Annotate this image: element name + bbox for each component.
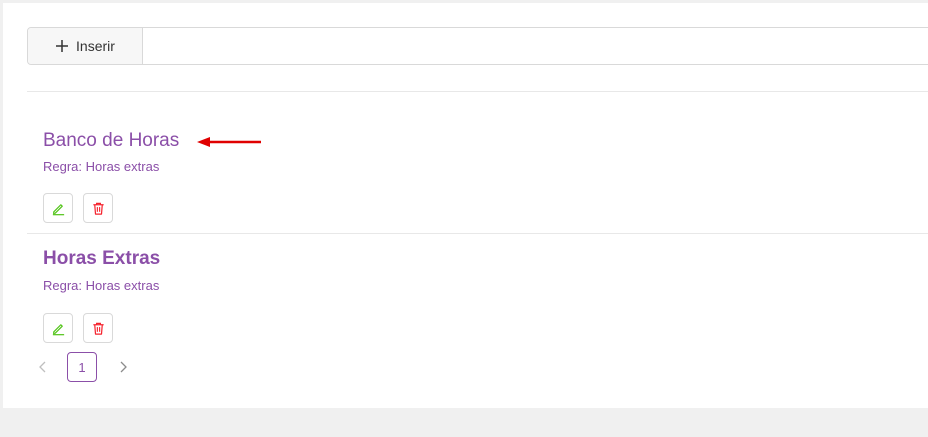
edit-button[interactable]: [43, 313, 73, 343]
page-container: Inserir Banco de Horas Regra: Horas extr…: [3, 3, 928, 408]
item-rule: Regra: Horas extras: [43, 278, 160, 293]
item-title[interactable]: Banco de Horas: [43, 130, 179, 152]
delete-button[interactable]: [83, 313, 113, 343]
item-title[interactable]: Horas Extras: [43, 248, 160, 270]
delete-button[interactable]: [83, 193, 113, 223]
edit-button[interactable]: [43, 193, 73, 223]
toolbar: Inserir: [27, 27, 928, 65]
list-item: Horas Extras Regra: Horas extras: [27, 240, 928, 350]
pagination-page-1[interactable]: 1: [67, 352, 97, 382]
arrow-left-icon: [197, 137, 261, 147]
insert-button-label: Inserir: [76, 38, 115, 54]
chevron-right-icon[interactable]: [117, 361, 129, 373]
trash-icon: [92, 322, 104, 335]
insert-button[interactable]: Inserir: [28, 28, 143, 64]
item-separator: [27, 233, 928, 234]
item-rule: Regra: Horas extras: [43, 159, 160, 174]
pencil-icon: [52, 203, 64, 215]
divider: [27, 91, 928, 92]
plus-icon: [56, 40, 69, 52]
pencil-icon: [52, 323, 64, 335]
chevron-left-icon[interactable]: [37, 361, 49, 373]
trash-icon: [92, 202, 104, 215]
list-item: Banco de Horas Regra: Horas extras: [27, 121, 928, 234]
